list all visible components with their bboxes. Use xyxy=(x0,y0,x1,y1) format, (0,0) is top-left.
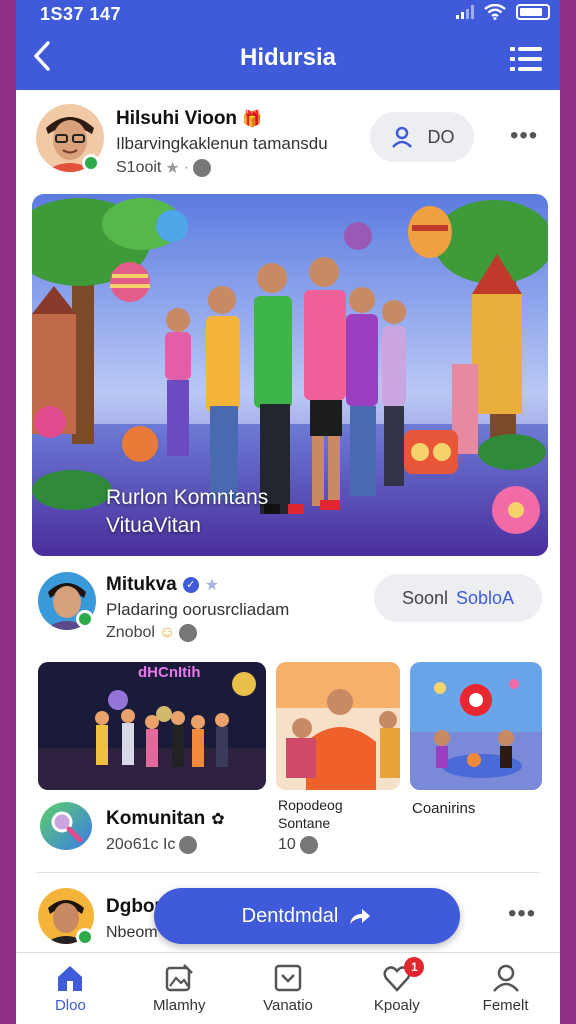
club-sign: dHCnItih xyxy=(138,664,201,681)
dot-separator: · xyxy=(183,159,190,176)
app-screen: 1S37 147 Hidursia Hilsuhi Vioon 🎁 Ilbarv… xyxy=(16,0,560,1024)
post-meta-text: S1ooit xyxy=(116,159,162,176)
globe-icon-3 xyxy=(179,836,198,854)
online-status-dot-2 xyxy=(76,610,94,628)
author-name-text: Hilsuhi Vioon xyxy=(116,108,238,129)
section-divider xyxy=(36,872,540,873)
status-time: 1S37 147 xyxy=(40,4,122,24)
user-icon xyxy=(391,126,412,148)
thumbnail-group-count-text: 10 xyxy=(278,836,296,853)
primary-action-label: Dentdmdal xyxy=(241,904,339,927)
join-button[interactable]: Soonl SobloA xyxy=(374,574,542,622)
thumbnail-game-label: Coanirins xyxy=(412,800,476,817)
globe-icon-4 xyxy=(299,836,318,854)
star-icon: ★ xyxy=(165,160,180,177)
nav-item-frame[interactable]: Vanatio xyxy=(234,953,343,1024)
notification-badge: 1 xyxy=(404,957,425,977)
nav-label-profile: Femelt xyxy=(482,997,529,1014)
list-menu-icon xyxy=(510,47,542,71)
thumbnail-club[interactable]: dHCnItih xyxy=(38,662,266,790)
community-meta-text: 20o61c Ic xyxy=(106,836,176,853)
gift-icon: 🎁 xyxy=(242,111,263,128)
join-button-highlight: SobloA xyxy=(456,588,514,609)
follow-button-label: DO xyxy=(427,126,455,147)
community-title-text: Komunitan xyxy=(106,808,206,829)
more-options-button[interactable]: ••• xyxy=(510,122,538,150)
follow-button[interactable]: DO xyxy=(370,112,474,162)
community-meta: 20o61c Ic xyxy=(106,836,198,854)
thumbnail-group-count: 10 xyxy=(278,836,318,854)
nav-item-gallery[interactable]: Mlamhy xyxy=(125,953,234,1024)
community-icon[interactable] xyxy=(40,802,92,850)
battery-icon xyxy=(516,4,550,20)
thumbnail-group[interactable] xyxy=(276,662,400,790)
page-title: Hidursia xyxy=(239,44,337,71)
author-name-2-text: Mitukva xyxy=(106,574,177,595)
join-button-highlight-text: Soblo xyxy=(455,587,503,608)
post-meta-2: Znobol ☺ xyxy=(106,624,198,642)
join-button-prefix: Soonl xyxy=(401,587,448,608)
nav-label-likes: Kpoaly xyxy=(373,997,420,1014)
post-subtitle-2: Pladaring oorusrcliadam xyxy=(106,600,290,619)
nav-label-frame: Vanatio xyxy=(263,997,313,1014)
nav-item-home[interactable]: Dloo xyxy=(16,953,125,1024)
thumbnail-group-label-line2: Sontane xyxy=(278,815,331,831)
thumbnail-group-label: Ropodeog Sontane xyxy=(278,796,343,832)
star-icon-2: ★ xyxy=(204,577,220,594)
share-arrow-icon xyxy=(350,909,371,924)
signal-icon xyxy=(456,5,474,19)
nav-label-home: Dloo xyxy=(54,997,86,1014)
community-title[interactable]: Komunitan ✿ xyxy=(106,808,225,830)
post-meta: S1ooit ★ · xyxy=(116,158,212,178)
status-icons xyxy=(456,4,550,20)
home-icon xyxy=(58,966,83,991)
nav-item-likes[interactable]: 1 Kpoaly xyxy=(342,953,451,1024)
author-name[interactable]: Hilsuhi Vioon 🎁 xyxy=(116,108,262,130)
post-subtitle-3: Nbeom xyxy=(106,924,158,941)
join-button-suffix: A xyxy=(502,587,515,608)
globe-icon-2 xyxy=(179,624,198,642)
hero-image[interactable]: Rurlon Komntans VituaVitan xyxy=(32,194,548,556)
hero-caption-line2: VituaVitan xyxy=(106,514,201,537)
bottom-navigation: Dloo Mlamhy Vanatio 1 Kpoaly Femelt xyxy=(16,952,560,1024)
post-meta-2-text: Znobol xyxy=(106,624,155,641)
nav-item-profile[interactable]: Femelt xyxy=(451,953,560,1024)
menu-button[interactable] xyxy=(510,46,542,72)
nav-label-gallery: Mlamhy xyxy=(152,997,206,1014)
flower-icon: ✿ xyxy=(211,811,225,828)
more-dots-icon-3: ••• xyxy=(508,900,537,927)
author-name-2[interactable]: Mitukva ✓ ★ xyxy=(106,574,219,596)
magnifier-icon xyxy=(51,811,83,843)
online-status-dot-3 xyxy=(76,928,94,946)
app-header: 1S37 147 Hidursia xyxy=(16,0,560,90)
more-options-button-3[interactable]: ••• xyxy=(508,900,536,928)
primary-action-button[interactable]: Dentdmdal xyxy=(154,888,460,944)
globe-icon xyxy=(193,159,212,177)
profile-icon xyxy=(492,964,519,992)
thumbnail-group-label-line1: Ropodeog xyxy=(278,797,343,813)
hero-caption: Rurlon Komntans VituaVitan xyxy=(106,484,268,540)
hero-caption-line1: Rurlon Komntans xyxy=(106,486,269,509)
online-status-dot xyxy=(82,154,100,172)
more-dots-icon: ••• xyxy=(510,122,539,149)
gallery-icon xyxy=(165,964,194,992)
frame-icon xyxy=(274,964,302,992)
wifi-icon xyxy=(484,4,506,20)
smiley-icon: ☺ xyxy=(158,624,176,641)
post-subtitle: Ilbarvingkaklenun tamansdu xyxy=(116,134,328,153)
verified-badge-icon: ✓ xyxy=(182,577,199,593)
thumbnail-game[interactable] xyxy=(410,662,542,790)
post-header: Hilsuhi Vioon 🎁 Ilbarvingkaklenun tamans… xyxy=(16,96,560,188)
